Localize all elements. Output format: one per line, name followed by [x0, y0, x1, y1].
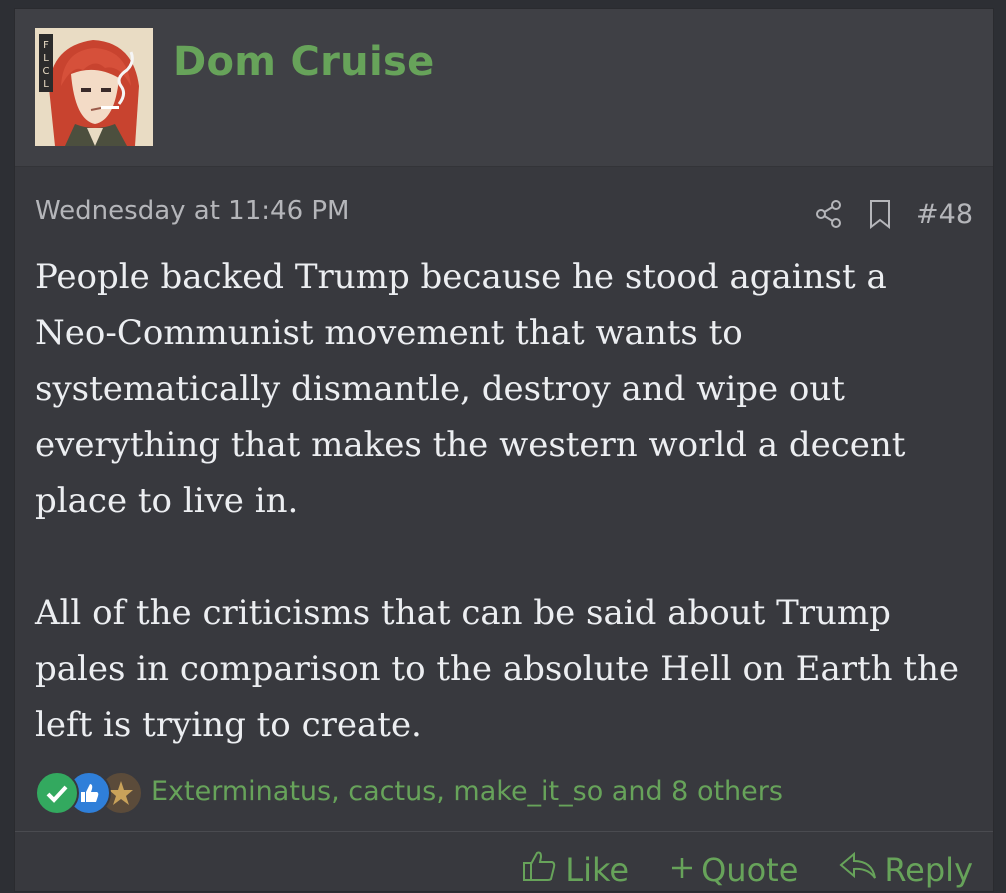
reply-label: Reply: [884, 851, 973, 889]
quote-label: Quote: [701, 851, 799, 889]
post-actions-top: #48: [814, 196, 973, 232]
post-footer-actions: Like Quote Reply: [521, 847, 973, 893]
quote-button[interactable]: Quote: [669, 851, 798, 889]
anime-avatar-icon: F L C L: [35, 28, 153, 146]
reply-arrow-icon: [838, 850, 878, 890]
post-timestamp[interactable]: Wednesday at 11:46 PM: [35, 196, 350, 226]
bookmark-icon[interactable]: [868, 199, 892, 229]
post-paragraph-1: People backed Trump because he stood aga…: [35, 257, 906, 521]
plus-icon: [669, 851, 695, 889]
like-button[interactable]: Like: [521, 848, 629, 892]
svg-text:C: C: [43, 66, 50, 77]
username-link[interactable]: Dom Cruise: [173, 39, 435, 85]
svg-text:F: F: [43, 40, 49, 51]
reactions-bar: Exterminatus, cactus, make_it_so and 8 o…: [35, 769, 783, 815]
post-meta: Wednesday at 11:46 PM #48: [35, 196, 973, 232]
avatar[interactable]: F L C L: [35, 28, 153, 146]
user-header: F L C L Dom Cruise: [15, 9, 993, 167]
svg-text:L: L: [43, 79, 49, 90]
svg-text:L: L: [43, 53, 49, 64]
check-reaction-icon: [35, 771, 79, 815]
post-paragraph-2: All of the criticisms that can be said a…: [35, 593, 960, 745]
post-body: People backed Trump because he stood aga…: [35, 249, 970, 753]
reactions-list-link[interactable]: Exterminatus, cactus, make_it_so and 8 o…: [151, 776, 783, 807]
thumbs-up-icon: [521, 848, 559, 892]
reply-button[interactable]: Reply: [838, 850, 973, 890]
share-icon[interactable]: [814, 199, 844, 229]
post-number-link[interactable]: #48: [916, 199, 973, 230]
footer-divider: [15, 831, 993, 832]
like-label: Like: [565, 851, 630, 889]
reaction-icons: [35, 769, 151, 815]
post-container: F L C L Dom Cruise Wednesday at 11:46 PM: [14, 8, 994, 892]
